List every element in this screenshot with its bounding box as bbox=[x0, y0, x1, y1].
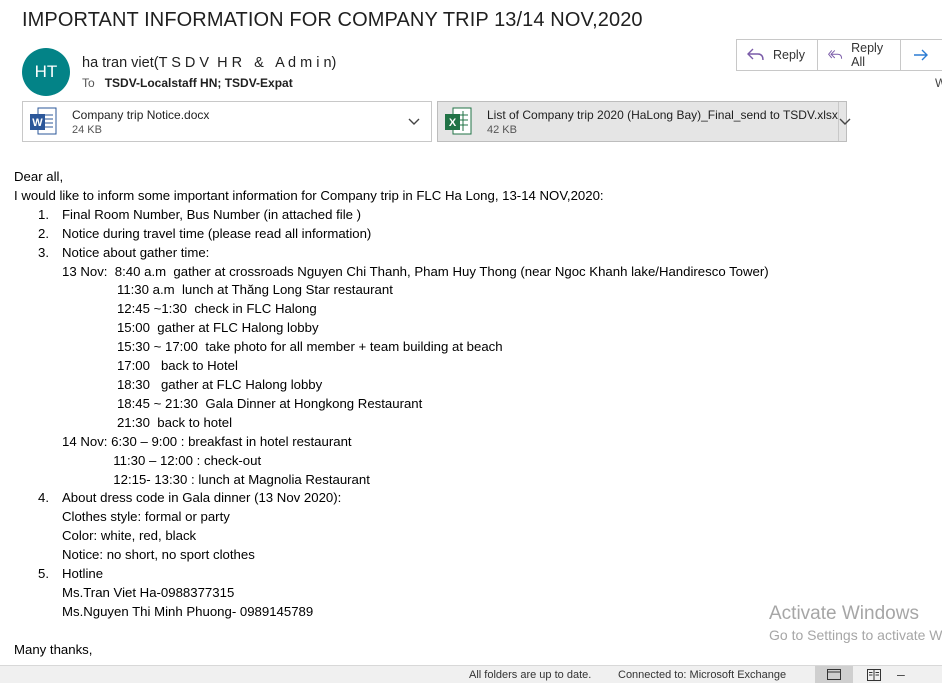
word-file-icon: W bbox=[29, 106, 57, 138]
list-number: 5. bbox=[38, 566, 49, 582]
normal-view-button[interactable] bbox=[815, 666, 853, 683]
attachment-excel[interactable]: X List of Company trip 2020 (HaLong Bay)… bbox=[437, 101, 851, 142]
list-text: Final Room Number, Bus Number (in attach… bbox=[62, 206, 362, 222]
schedule-line: 14 Nov: 6:30 – 9:00 : breakfast in hotel… bbox=[62, 433, 352, 449]
reply-button[interactable]: Reply bbox=[737, 40, 818, 70]
schedule-line: 15:00 gather at FLC Halong lobby bbox=[62, 320, 319, 336]
activate-windows-watermark: Activate Windows Go to Settings to activ… bbox=[769, 603, 942, 643]
attachment-menu-button[interactable] bbox=[837, 102, 851, 141]
recipients-line: To TSDV-Localstaff HN; TSDV-Expat bbox=[82, 76, 293, 90]
forward-arrow-icon bbox=[913, 49, 928, 61]
watermark-title: Activate Windows bbox=[769, 603, 919, 624]
schedule-line: 17:00 back to Hotel bbox=[62, 358, 238, 374]
avatar-initials: HT bbox=[34, 62, 58, 81]
greeting: Dear all, bbox=[14, 169, 64, 184]
excel-file-icon: X bbox=[444, 106, 472, 138]
recipient-names[interactable]: TSDV-Localstaff HN; TSDV-Expat bbox=[105, 76, 293, 90]
hotline-line: Ms.Nguyen Thi Minh Phuong- 0989145789 bbox=[62, 603, 314, 619]
schedule-line: 15:30 ~ 17:00 take photo for all member … bbox=[62, 339, 503, 355]
date-fragment: W bbox=[935, 76, 942, 90]
attachment-word[interactable]: W Company trip Notice.docx 24 KB bbox=[22, 101, 432, 142]
closing: Many thanks, bbox=[14, 641, 93, 657]
reply-all-label: Reply All bbox=[851, 41, 884, 69]
reading-view-button[interactable] bbox=[864, 667, 884, 682]
to-label: To bbox=[82, 76, 95, 90]
email-subject: IMPORTANT INFORMATION FOR COMPANY TRIP 1… bbox=[22, 9, 643, 31]
intro-paragraph: I would like to inform some important in… bbox=[14, 187, 604, 203]
message-actions: Reply Reply All bbox=[736, 39, 942, 71]
list-number: 3. bbox=[38, 244, 49, 260]
schedule-line: 12:45 ~1:30 check in FLC Halong bbox=[62, 301, 317, 317]
chevron-down-icon bbox=[408, 118, 420, 125]
list-text: About dress code in Gala dinner (13 Nov … bbox=[62, 490, 342, 506]
watermark-subtitle: Go to Settings to activate W bbox=[769, 627, 942, 643]
schedule-line: 18:45 ~ 21:30 Gala Dinner at Hongkong Re… bbox=[62, 395, 423, 411]
schedule-line: 13 Nov: 8:40 a.m gather at crossroads Ng… bbox=[62, 263, 769, 279]
list-number: 4. bbox=[38, 490, 49, 506]
hotline-line: Ms.Tran Viet Ha-0988377315 bbox=[62, 584, 235, 600]
schedule-line: 12:15- 13:30 : lunch at Magnolia Restaur… bbox=[62, 471, 370, 487]
reading-view-icon bbox=[867, 668, 881, 681]
svg-text:X: X bbox=[449, 117, 457, 129]
reply-all-button[interactable]: Reply All bbox=[818, 40, 901, 70]
reply-all-icon bbox=[827, 50, 843, 59]
list-text: Notice about gather time: bbox=[62, 244, 210, 260]
dress-code-line: Notice: no short, no sport clothes bbox=[62, 547, 255, 563]
normal-view-icon bbox=[827, 669, 841, 680]
dress-code-line: Color: white, red, black bbox=[62, 528, 197, 544]
schedule-line: 11:30 – 12:00 : check-out bbox=[62, 452, 262, 468]
sender-name[interactable]: ha tran viet(T S D V H R & A d m i n) bbox=[82, 55, 336, 71]
list-text: Hotline bbox=[62, 566, 104, 582]
svg-text:W: W bbox=[32, 117, 43, 129]
attachment-size: 24 KB bbox=[72, 123, 102, 136]
attachment-size: 42 KB bbox=[487, 123, 517, 136]
connection-status[interactable]: Connected to: Microsoft Exchange bbox=[618, 669, 786, 681]
dress-code-line: Clothes style: formal or party bbox=[62, 509, 230, 525]
attachment-menu-button[interactable] bbox=[397, 102, 431, 141]
list-item: 3. Notice about gather time: bbox=[14, 244, 769, 263]
message-body: Dear all, I would like to inform some im… bbox=[14, 168, 769, 660]
reply-icon bbox=[747, 48, 764, 61]
zoom-out-button[interactable]: – bbox=[897, 666, 905, 682]
list-item: 1. Final Room Number, Bus Number (in atta… bbox=[14, 206, 769, 225]
list-number: 1. bbox=[38, 206, 49, 222]
schedule-line: 18:30 gather at FLC Halong lobby bbox=[62, 376, 323, 392]
sender-avatar[interactable]: HT bbox=[22, 48, 70, 96]
forward-button[interactable] bbox=[901, 40, 942, 70]
chevron-down-icon bbox=[839, 118, 851, 125]
schedule-line: 21:30 back to hotel bbox=[62, 414, 233, 430]
sync-status: All folders are up to date. bbox=[469, 669, 592, 681]
status-bar: All folders are up to date. Connected to… bbox=[0, 665, 942, 683]
schedule-line: 11:30 a.m lunch at Thăng Long Star resta… bbox=[62, 282, 393, 298]
reply-label: Reply bbox=[773, 48, 805, 62]
attachment-name: Company trip Notice.docx bbox=[72, 107, 210, 122]
list-item: 4. About dress code in Gala dinner (13 No… bbox=[14, 489, 769, 508]
list-text: Notice during travel time (please read a… bbox=[62, 225, 372, 241]
list-item: 2. Notice during travel time (please read… bbox=[14, 225, 769, 244]
list-number: 2. bbox=[38, 225, 49, 241]
list-item: 5. Hotline bbox=[14, 565, 769, 584]
attachment-name: List of Company trip 2020 (HaLong Bay)_F… bbox=[487, 107, 838, 122]
